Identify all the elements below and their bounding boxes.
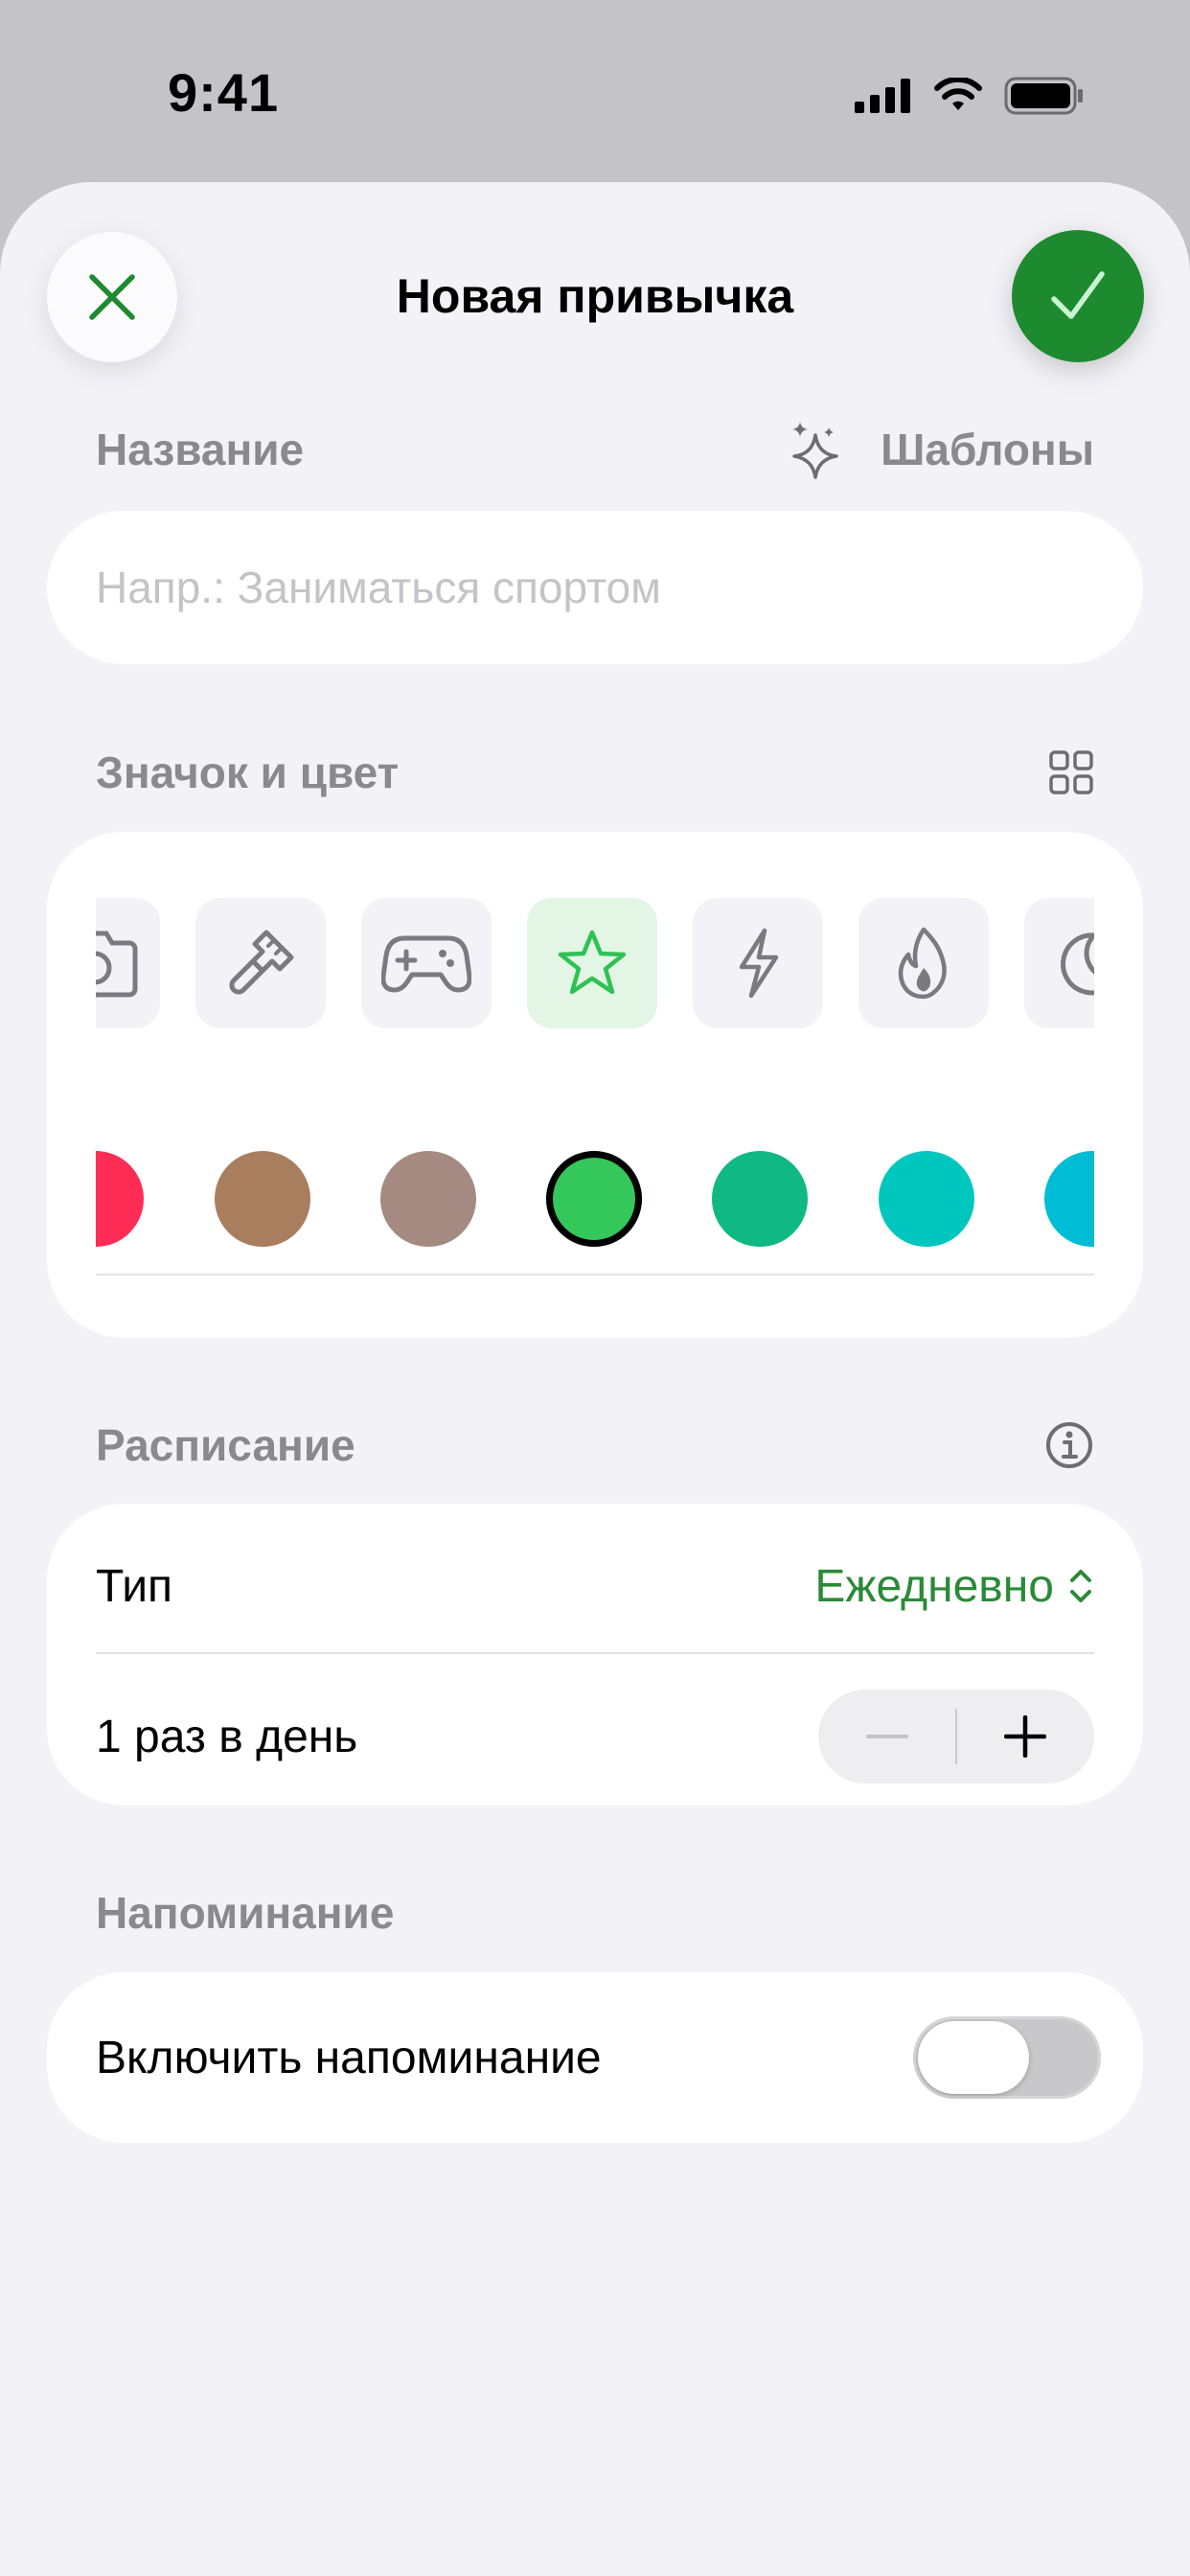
paintbrush-icon bbox=[229, 930, 294, 995]
frequency-label: 1 раз в день bbox=[96, 1711, 358, 1762]
icon-option-camera[interactable] bbox=[96, 898, 160, 1028]
reminder-toggle-label: Включить напоминание bbox=[96, 2032, 602, 2083]
camera-icon bbox=[96, 931, 138, 998]
schedule-type-row[interactable]: Тип Ежедневно bbox=[96, 1538, 1094, 1634]
status-time: 9:41 bbox=[168, 62, 280, 123]
color-swatch[interactable] bbox=[879, 1151, 974, 1247]
info-icon[interactable] bbox=[1044, 1420, 1094, 1470]
color-swatch[interactable] bbox=[96, 1151, 144, 1247]
increment-button[interactable] bbox=[956, 1690, 1094, 1783]
reminder-card: Включить напоминание bbox=[47, 1972, 1143, 2143]
color-swatch[interactable] bbox=[1044, 1151, 1094, 1247]
templates-label: Шаблоны bbox=[881, 425, 1094, 474]
icon-option-star[interactable] bbox=[527, 898, 657, 1028]
minus-icon bbox=[866, 1735, 908, 1738]
name-section-label: Название bbox=[96, 425, 305, 474]
habit-name-input[interactable] bbox=[96, 562, 1143, 613]
schedule-section-label: Расписание bbox=[96, 1420, 355, 1470]
icon-option-gamecontroller[interactable] bbox=[361, 898, 492, 1028]
frequency-stepper[interactable] bbox=[818, 1690, 1094, 1783]
icon-color-card bbox=[47, 832, 1143, 1338]
status-icons bbox=[855, 75, 1085, 117]
decrement-button[interactable] bbox=[818, 1690, 956, 1783]
color-picker-row[interactable] bbox=[96, 1148, 1094, 1248]
templates-button[interactable]: Шаблоны bbox=[789, 420, 1094, 479]
icon-option-moon[interactable] bbox=[1024, 898, 1094, 1028]
icon-color-section-header: Значок и цвет bbox=[96, 744, 1094, 801]
confirm-button[interactable] bbox=[1012, 230, 1144, 362]
icon-picker-row[interactable] bbox=[96, 898, 1094, 1030]
flame-icon bbox=[898, 927, 947, 1000]
sparkles-icon bbox=[792, 422, 838, 479]
new-habit-sheet: Новая привычка Название Шаблоны Значок и… bbox=[0, 182, 1190, 2576]
schedule-type-label: Тип bbox=[96, 1560, 173, 1612]
icon-color-section-label: Значок и цвет bbox=[96, 748, 400, 797]
star-icon bbox=[558, 930, 627, 995]
checkmark-icon bbox=[1051, 271, 1105, 319]
grid-icon[interactable] bbox=[1048, 749, 1094, 795]
color-swatch[interactable] bbox=[215, 1151, 310, 1247]
schedule-section-header: Расписание bbox=[96, 1416, 1094, 1474]
schedule-type-value: Ежедневно bbox=[814, 1560, 1054, 1612]
frequency-row: 1 раз в день bbox=[96, 1689, 1094, 1784]
reminder-section-header: Напоминание bbox=[96, 1884, 1094, 1942]
reminder-row: Включить напоминание bbox=[96, 2010, 1101, 2105]
color-swatch[interactable] bbox=[712, 1151, 808, 1247]
plus-icon bbox=[1004, 1715, 1046, 1758]
color-swatch-selected[interactable] bbox=[546, 1151, 642, 1247]
icon-option-flame[interactable] bbox=[858, 898, 989, 1028]
name-section-header: Название Шаблоны bbox=[96, 420, 1094, 479]
moon-icon bbox=[1061, 932, 1094, 996]
schedule-divider bbox=[96, 1652, 1094, 1654]
bolt-icon bbox=[739, 928, 779, 999]
schedule-card: Тип Ежедневно 1 раз в день bbox=[47, 1504, 1143, 1806]
icon-color-divider bbox=[96, 1274, 1094, 1276]
wifi-icon bbox=[934, 78, 982, 110]
icon-option-paintbrush[interactable] bbox=[195, 898, 326, 1028]
toggle-knob bbox=[918, 2021, 1029, 2094]
reminder-toggle[interactable] bbox=[913, 2016, 1101, 2099]
color-swatch[interactable] bbox=[380, 1151, 476, 1247]
icon-option-bolt[interactable] bbox=[693, 898, 823, 1028]
schedule-type-picker[interactable]: Ежедневно bbox=[814, 1560, 1094, 1613]
status-bar: 9:41 bbox=[0, 0, 1190, 182]
gamecontroller-icon bbox=[381, 935, 471, 993]
reminder-section-label: Напоминание bbox=[96, 1888, 395, 1938]
name-field-card bbox=[47, 511, 1143, 664]
nav-bar: Новая привычка bbox=[0, 182, 1190, 412]
cellular-signal-icon bbox=[855, 79, 910, 113]
chevron-up-down-icon bbox=[1070, 1570, 1091, 1602]
battery-icon bbox=[1004, 77, 1083, 115]
stepper-separator bbox=[955, 1709, 957, 1764]
